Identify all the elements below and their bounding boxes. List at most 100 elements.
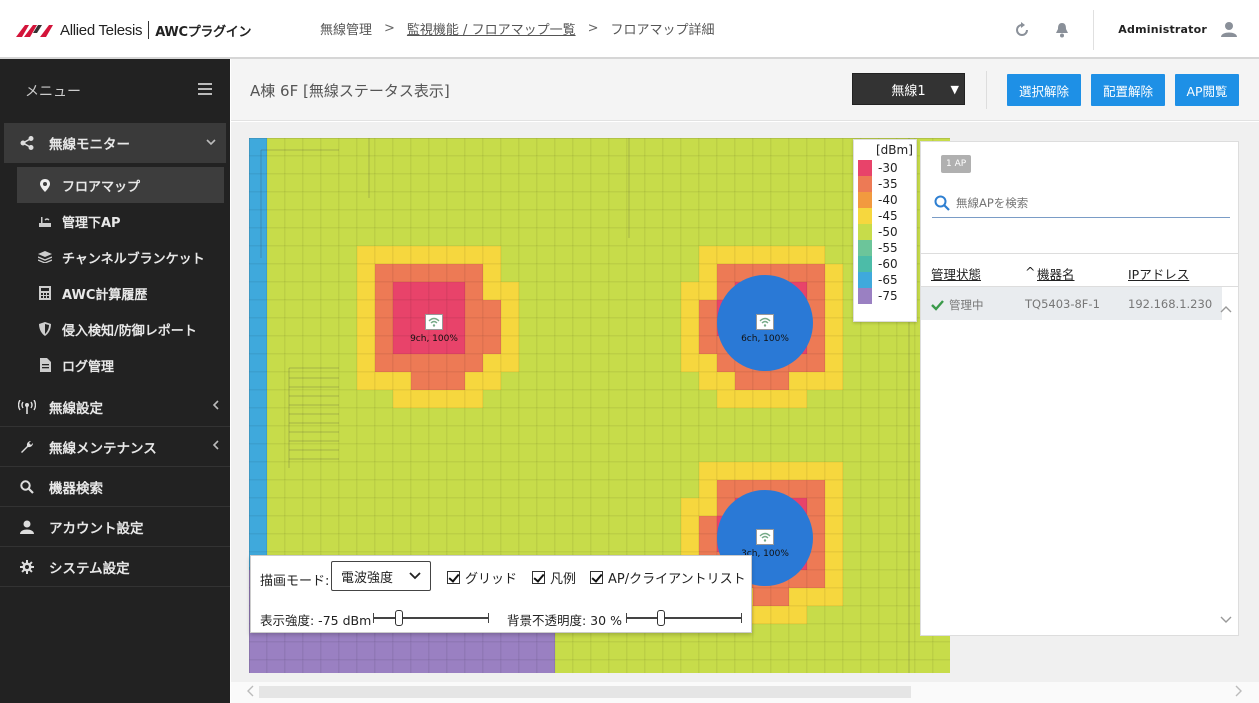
breadcrumb-separator: > [384,21,395,36]
legend-label: -60 [878,257,898,271]
logo[interactable]: Allied Telesis AWCプラグイン [16,19,252,41]
ap-label: 6ch, 100% [741,334,789,344]
legend-swatch [858,208,872,224]
user-icon[interactable] [1221,21,1239,39]
legend-label: -50 [878,225,898,239]
legend-label: -75 [878,289,898,303]
sidebar-item-label: 無線メンテナンス [49,440,157,457]
grid-checkbox-label: グリッド [465,572,518,587]
sidebar-item-system-settings[interactable]: システム設定 [0,547,230,587]
strength-slider-handle[interactable] [394,610,403,626]
breadcrumb: 無線管理 > 監視機能 / フロアマップ一覧 > フロアマップ詳細 [320,19,715,38]
draw-mode-label: 描画モード: [260,574,330,589]
product-name: AWCプラグイン [155,24,252,40]
legend-entry: -65 [858,272,898,288]
refresh-icon[interactable] [1013,21,1031,39]
deselect-button[interactable]: 選択解除 [1007,74,1081,106]
strength-slider[interactable] [373,610,489,626]
legend-entry: -50 [858,224,898,240]
opacity-slider-handle[interactable] [656,610,665,626]
chevron-down-icon [408,568,422,586]
wifi-icon [428,317,440,327]
legend-entry: -75 [858,288,898,304]
user-name[interactable]: Administrator [1118,23,1207,36]
legend-entry: -60 [858,256,898,272]
sidebar-item-label: 侵入検知/防御レポート [62,323,197,339]
checkbox-checked-icon [447,571,460,584]
sidebar-item-managed-ap[interactable]: 管理下AP [0,203,230,239]
sidebar-item-log[interactable]: ログ管理 [0,347,230,383]
allied-telesis-logo-icon [16,25,53,37]
legend-swatch [858,192,872,208]
radio-select[interactable]: 無線1 ▼ [852,73,965,105]
ap-search[interactable] [932,189,1230,218]
legend-label: -55 [878,241,898,255]
scroll-left-icon[interactable] [246,685,254,700]
wifi-icon [759,532,771,542]
legend-entry: -30 [858,160,898,176]
grid-checkbox[interactable]: グリッド [447,568,517,587]
draw-mode-select[interactable]: 電波強度 [331,561,431,591]
column-ip-address[interactable]: IPアドレス [1128,264,1189,283]
breadcrumb-item-wireless: 無線管理 [320,23,373,38]
column-device-name[interactable]: 機器名 [1037,264,1075,283]
sidebar-item-label: 無線設定 [49,400,103,417]
document-icon [38,358,52,372]
unplace-button[interactable]: 配置解除 [1091,74,1165,106]
table-row[interactable]: 管理中 TQ5403-8F-1 192.168.1.230 [921,287,1222,320]
sidebar-item-channel-blanket[interactable]: チャンネルブランケット [0,239,230,275]
access-point-icon [38,214,52,228]
draw-mode-value: 電波強度 [341,570,394,586]
sidebar-item-label: システム設定 [49,560,130,577]
sidebar-item-wireless-monitor[interactable]: 無線モニター [4,123,226,163]
sidebar-item-label: フロアマップ [62,179,141,195]
user-icon [18,518,36,536]
sort-asc-icon: ^ [1025,264,1036,279]
scroll-up-icon[interactable] [1220,302,1232,316]
scrollbar-thumb[interactable] [259,686,911,698]
ap-marker[interactable] [756,314,774,330]
breadcrumb-link-floormap-list[interactable]: 監視機能 / フロアマップ一覧 [407,19,576,38]
chevron-left-icon [212,399,220,413]
ap-marker[interactable] [425,314,443,330]
column-status[interactable]: 管理状態 [931,264,981,283]
sidebar-item-wireless-maintenance[interactable]: 無線メンテナンス [0,427,230,467]
ap-client-list-checkbox[interactable]: AP/クライアントリスト [590,568,746,587]
legend-checkbox-label: 凡例 [550,572,577,587]
gear-icon [18,558,36,576]
legend-unit: [dBm] [876,143,913,157]
sidebar-item-label: 無線モニター [49,137,130,153]
scroll-down-icon[interactable] [1220,613,1232,627]
legend-label: -30 [878,161,898,175]
hamburger-icon[interactable] [198,83,212,99]
legend-swatch [858,240,872,256]
antenna-icon [18,398,36,416]
share-icon [18,134,36,152]
legend-entry: -40 [858,192,898,208]
ap-name: TQ5403-8F-1 [1025,297,1100,311]
main-area: [dBm] -30 -35 -40 -45 -50 -55 -60 -65 -75 9ch, 1… [231,122,1259,703]
ap-marker[interactable] [756,529,774,545]
ap-client-list-checkbox-label: AP/クライアントリスト [608,572,746,587]
opacity-slider[interactable] [626,610,742,626]
ap-label: 9ch, 100% [410,334,458,344]
sidebar-item-awc-history[interactable]: AWC計算履歴 [0,275,230,311]
scroll-right-icon[interactable] [1235,685,1243,700]
ap-view-button[interactable]: AP閲覧 [1175,74,1239,106]
sidebar-item-floormap[interactable]: フロアマップ [17,167,224,203]
legend-checkbox[interactable]: 凡例 [532,568,576,587]
search-icon [934,195,950,211]
legend-label: -35 [878,177,898,191]
horizontal-scrollbar[interactable] [231,682,1259,703]
toolbar-divider [986,71,987,109]
bell-icon[interactable] [1053,21,1071,39]
sidebar-item-wireless-settings[interactable]: 無線設定 [0,387,230,427]
sidebar-item-label: 管理下AP [62,215,121,231]
ap-search-input[interactable] [956,196,1216,210]
sidebar-item-intrusion-report[interactable]: 侵入検知/防御レポート [0,311,230,347]
sidebar-item-account[interactable]: アカウント設定 [0,507,230,547]
legend-entry: -45 [858,208,898,224]
radio-select-value: 無線1 [891,83,926,99]
sidebar-item-device-search[interactable]: 機器検索 [0,467,230,507]
legend-label: -40 [878,193,898,207]
